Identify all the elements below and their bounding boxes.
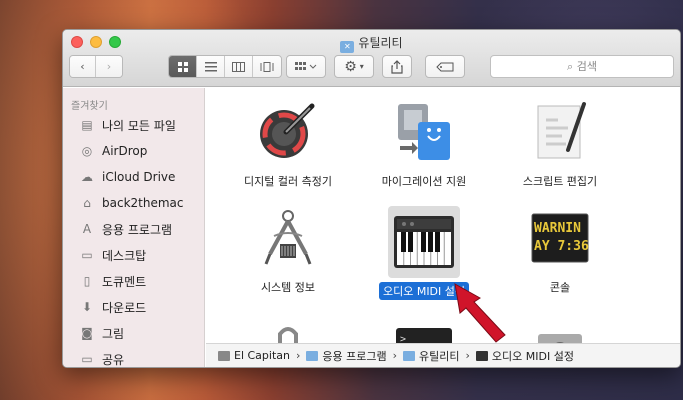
sidebar-item-downloads[interactable]: ⬇ 다운로드 bbox=[63, 294, 204, 320]
applications-icon: A bbox=[82, 222, 92, 236]
console-line-1: WARNIN bbox=[534, 221, 581, 236]
airdrop-icon: ◎ bbox=[81, 144, 93, 158]
path-separator-icon: › bbox=[465, 349, 470, 362]
sidebar-item-icloud[interactable]: ☁ iCloud Drive bbox=[63, 164, 204, 190]
grid-icon bbox=[177, 61, 188, 72]
sidebar-item-shared[interactable]: ▭ 공유 bbox=[63, 346, 204, 367]
utilities-folder-icon: ✕ bbox=[340, 41, 355, 53]
path-bar: El Capitan › 응용 프로그램 › 유틸리티 › 오디오 MIDI 설… bbox=[206, 343, 680, 367]
piano-keyboard-icon bbox=[388, 206, 460, 278]
svg-text:>_: >_ bbox=[400, 334, 413, 343]
migration-icon bbox=[392, 100, 456, 164]
document-icon: ▯ bbox=[83, 274, 91, 288]
file-item-partial[interactable] bbox=[228, 320, 348, 343]
tags-button[interactable] bbox=[425, 55, 465, 78]
sidebar: 즐겨찾기 ▤ 나의 모든 파일 ◎ AirDrop ☁ iCloud Drive ⌂ b… bbox=[63, 88, 205, 367]
utilities-folder-icon bbox=[403, 350, 416, 361]
console-icon: WARNIN AY 7:36 bbox=[528, 206, 592, 270]
all-files-icon: ▤ bbox=[81, 118, 93, 132]
arrange-grid-icon bbox=[295, 61, 317, 70]
path-separator-icon: › bbox=[392, 349, 398, 362]
path-item[interactable]: 응용 프로그램 bbox=[322, 348, 386, 364]
piano-keyboard-icon bbox=[475, 350, 488, 361]
file-grid: 디지털 컬러 측정기 마이그레이션 지원 스크립트 편집기 시스템 정보 오디오… bbox=[206, 88, 680, 343]
download-icon: ⬇ bbox=[81, 300, 93, 314]
home-icon: ⌂ bbox=[83, 196, 91, 210]
icon-view-button[interactable] bbox=[169, 56, 197, 77]
path-separator-icon: › bbox=[296, 349, 301, 362]
screenshot-icon bbox=[528, 320, 592, 343]
applications-folder-icon bbox=[306, 350, 319, 361]
sidebar-item-all-files[interactable]: ▤ 나의 모든 파일 bbox=[63, 112, 204, 138]
sidebar-item-desktop[interactable]: ▭ 데스크탑 bbox=[63, 242, 204, 268]
share-button[interactable] bbox=[382, 55, 412, 78]
arrange-button[interactable] bbox=[286, 55, 326, 78]
annotation-arrow bbox=[454, 283, 506, 343]
keychain-icon bbox=[256, 320, 320, 343]
back-button[interactable]: ‹ bbox=[70, 56, 96, 77]
disk-icon bbox=[218, 350, 230, 361]
file-label: 마이그레이션 지원 bbox=[381, 175, 467, 188]
sidebar-header: 즐겨찾기 bbox=[71, 101, 108, 112]
action-button[interactable]: ⚙ ▾ bbox=[334, 55, 374, 78]
search-icon: ⌕ bbox=[567, 60, 574, 73]
tag-icon bbox=[436, 62, 454, 71]
sidebar-item-home[interactable]: ⌂ back2themac bbox=[63, 190, 204, 216]
file-label: 디지털 컬러 측정기 bbox=[244, 175, 332, 188]
share-icon bbox=[391, 59, 403, 74]
folder-icon: ▭ bbox=[81, 352, 93, 366]
system-info-icon bbox=[256, 206, 320, 270]
sidebar-item-documents[interactable]: ▯ 도큐멘트 bbox=[63, 268, 204, 294]
path-item[interactable]: El Capitan bbox=[234, 349, 290, 362]
terminal-icon: >_ bbox=[392, 320, 456, 343]
columns-icon bbox=[232, 61, 245, 72]
sidebar-item-applications[interactable]: A 응용 프로그램 bbox=[63, 216, 204, 242]
titlebar: ✕ 유틸리티 ‹ › ⚙ ▾ ⌕ 검색 bbox=[63, 30, 680, 87]
coverflow-view-button[interactable] bbox=[253, 56, 281, 77]
file-label: 시스템 정보 bbox=[260, 281, 316, 294]
console-line-2: AY 7:36 bbox=[534, 239, 589, 254]
file-label: 콘솔 bbox=[549, 281, 571, 294]
camera-icon: ◙ bbox=[81, 326, 93, 340]
search-field[interactable]: ⌕ 검색 bbox=[490, 55, 674, 78]
list-icon bbox=[204, 61, 217, 71]
list-view-button[interactable] bbox=[197, 56, 225, 77]
file-label: 스크립트 편집기 bbox=[522, 175, 598, 188]
window-title: ✕ 유틸리티 bbox=[63, 34, 680, 53]
file-item[interactable]: 시스템 정보 bbox=[228, 206, 348, 296]
script-editor-icon bbox=[528, 100, 592, 164]
chevron-down-icon: ▾ bbox=[359, 62, 364, 71]
coverflow-icon bbox=[260, 61, 274, 72]
desktop-icon: ▭ bbox=[81, 248, 93, 262]
sidebar-item-pictures[interactable]: ◙ 그림 bbox=[63, 320, 204, 346]
view-mode-control bbox=[168, 55, 282, 78]
column-view-button[interactable] bbox=[225, 56, 253, 77]
file-item[interactable]: 마이그레이션 지원 bbox=[364, 100, 484, 190]
color-meter-icon bbox=[256, 100, 320, 164]
cloud-icon: ☁ bbox=[81, 170, 93, 184]
file-item[interactable]: 디지털 컬러 측정기 bbox=[228, 100, 348, 190]
finder-window: ✕ 유틸리티 ‹ › ⚙ ▾ ⌕ 검색 즐겨찾기 ▤ 나의 모든 파일 ◎ AirDro… bbox=[62, 29, 681, 368]
forward-button[interactable]: › bbox=[96, 56, 122, 77]
nav-buttons: ‹ › bbox=[69, 55, 123, 78]
file-item[interactable]: 스크립트 편집기 bbox=[500, 100, 620, 190]
gear-icon: ⚙ bbox=[344, 58, 357, 75]
sidebar-item-airdrop[interactable]: ◎ AirDrop bbox=[63, 138, 204, 164]
